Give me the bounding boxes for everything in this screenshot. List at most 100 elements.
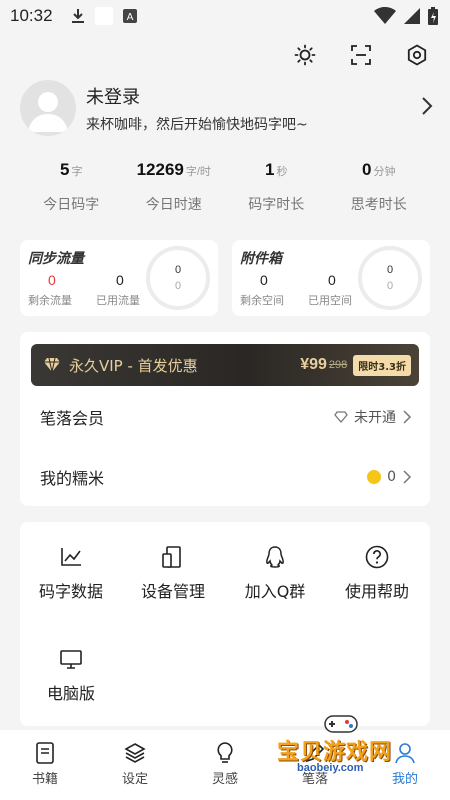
tool-label: 设备管理 <box>140 582 205 601</box>
stat-unit: 分钟 <box>373 166 396 178</box>
nav-biluo[interactable]: 笔落 <box>270 730 360 800</box>
attachment-box-card[interactable]: 附件箱 0 0 剩余空间 已用空间 0 0 <box>232 240 430 316</box>
book-icon <box>36 742 54 764</box>
vip-title: 永久VIP - 首发优惠 <box>69 356 198 375</box>
sync-usage-ring: 0 0 <box>146 246 210 310</box>
tool-label: 使用帮助 <box>344 582 409 601</box>
stat-today-speed: 12269 字/时 今日时速 <box>123 160 226 214</box>
nav-label: 灵感 <box>211 772 238 787</box>
a-notification-icon: A <box>122 9 137 23</box>
ring-bottom-value: 0 <box>174 280 182 292</box>
membership-status: 未开通 <box>354 410 396 426</box>
stat-writing-time: 1秒 码字时长 <box>225 160 328 214</box>
tools-card: 码字数据 设备管理 加入Q群 使用帮助 电脑版 <box>20 522 430 726</box>
nav-books[interactable]: 书籍 <box>0 730 90 800</box>
stat-unit: 字/时 <box>185 166 211 178</box>
vip-old-price: 298 <box>328 359 348 371</box>
tool-writing-data[interactable]: 码字数据 <box>20 544 122 602</box>
layers-icon <box>124 743 146 763</box>
avatar-placeholder-icon <box>28 92 68 132</box>
attachment-used-label: 已用空间 <box>308 294 352 307</box>
chevron-right-icon <box>403 410 412 424</box>
stat-label: 今日时速 <box>145 197 202 213</box>
profile-subtitle: 来杯咖啡，然后开始愉快地码字吧~ <box>86 116 308 133</box>
gear-icon <box>407 44 427 66</box>
stat-label: 码字时长 <box>248 197 305 213</box>
tool-label: 电脑版 <box>46 684 95 703</box>
writing-stats: 5字 今日码字 12269 字/时 今日时速 1秒 码字时长 0 分钟 思考时长 <box>20 160 430 214</box>
nav-label: 书籍 <box>31 772 58 787</box>
chart-icon <box>61 548 81 566</box>
stat-label: 思考时长 <box>350 197 407 213</box>
wifi-icon <box>374 7 396 24</box>
tool-desktop-version[interactable]: 电脑版 <box>20 646 122 704</box>
stat-unit: 字 <box>71 166 83 178</box>
nav-mine[interactable]: 我的 <box>360 730 450 800</box>
nuomi-label: 我的糯米 <box>40 469 105 488</box>
stat-value: 12269 <box>136 160 184 179</box>
ring-bottom-value: 0 <box>386 280 394 292</box>
profile-chevron-right-icon[interactable] <box>420 96 434 120</box>
stat-value: 0 <box>362 160 372 179</box>
stat-value: 5 <box>60 160 70 179</box>
user-icon <box>395 743 415 764</box>
sync-traffic-card[interactable]: 同步流量 0 0 剩余流量 已用流量 0 0 <box>20 240 218 316</box>
nav-label: 我的 <box>391 772 418 787</box>
bulb-icon <box>217 742 233 763</box>
attachment-usage-ring: 0 0 <box>358 246 422 310</box>
avatar[interactable] <box>20 80 76 136</box>
tool-join-qq-group[interactable]: 加入Q群 <box>224 544 326 602</box>
signal-icon <box>404 8 420 24</box>
tool-help[interactable]: 使用帮助 <box>326 544 428 602</box>
help-icon <box>365 545 389 569</box>
sync-used-value: 0 <box>116 272 124 288</box>
settings-button[interactable] <box>402 40 432 70</box>
nuomi-value: 0 <box>387 469 396 485</box>
bottom-nav: 书籍 设定 灵感 笔落 我的 <box>0 730 450 800</box>
tool-device-management[interactable]: 设备管理 <box>122 544 224 602</box>
scan-button[interactable] <box>346 40 376 70</box>
vip-banner[interactable]: 永久VIP - 首发优惠 ¥99 298 限时3.3折 <box>31 344 419 386</box>
stat-today-words: 5字 今日码字 <box>20 160 123 214</box>
sync-remaining-label: 剩余流量 <box>28 294 72 307</box>
nav-inspiration[interactable]: 灵感 <box>180 730 270 800</box>
profile-row[interactable]: 未登录 来杯咖啡，然后开始愉快地码字吧~ <box>20 78 434 138</box>
svg-text:A: A <box>126 12 133 23</box>
attachment-remaining-value: 0 <box>260 272 268 288</box>
tool-label: 码字数据 <box>38 582 103 601</box>
attachment-remaining-label: 剩余空间 <box>240 294 284 307</box>
monitor-icon <box>60 650 82 669</box>
sync-traffic-title: 同步流量 <box>28 251 84 267</box>
status-time: 10:32 <box>10 6 53 25</box>
diamond-icon <box>44 357 60 373</box>
membership-row[interactable]: 笔落会员 未开通 <box>40 405 412 429</box>
stat-label: 今日码字 <box>43 197 100 213</box>
pen-icon <box>305 743 325 763</box>
vip-discount-tag: 限时3.3折 <box>353 354 411 376</box>
status-bar: 10:32 A <box>0 0 450 32</box>
vip-price: ¥99 <box>300 356 327 373</box>
ring-top-value: 0 <box>386 264 394 276</box>
ring-top-value: 0 <box>174 264 182 276</box>
tool-label: 加入Q群 <box>244 582 306 601</box>
diamond-outline-icon <box>334 411 348 423</box>
sync-remaining-value: 0 <box>48 272 56 288</box>
chevron-right-icon <box>403 470 412 484</box>
sun-icon <box>294 44 316 66</box>
scan-icon <box>351 45 371 65</box>
qq-icon <box>266 546 284 568</box>
theme-toggle-button[interactable] <box>290 40 320 70</box>
stat-thinking-time: 0 分钟 思考时长 <box>328 160 431 214</box>
nav-settings[interactable]: 设定 <box>90 730 180 800</box>
nav-label: 设定 <box>121 772 148 787</box>
nuomi-row[interactable]: 我的糯米 0 <box>40 465 412 489</box>
sync-used-label: 已用流量 <box>96 294 140 307</box>
battery-icon <box>428 7 438 25</box>
profile-name: 未登录 <box>86 86 140 108</box>
attachment-box-title: 附件箱 <box>240 251 282 267</box>
membership-label: 笔落会员 <box>40 409 105 428</box>
blank-notification-icon <box>94 7 113 25</box>
device-icon <box>162 546 181 568</box>
coin-icon <box>367 470 382 484</box>
status-notification-icons: A <box>71 7 137 25</box>
